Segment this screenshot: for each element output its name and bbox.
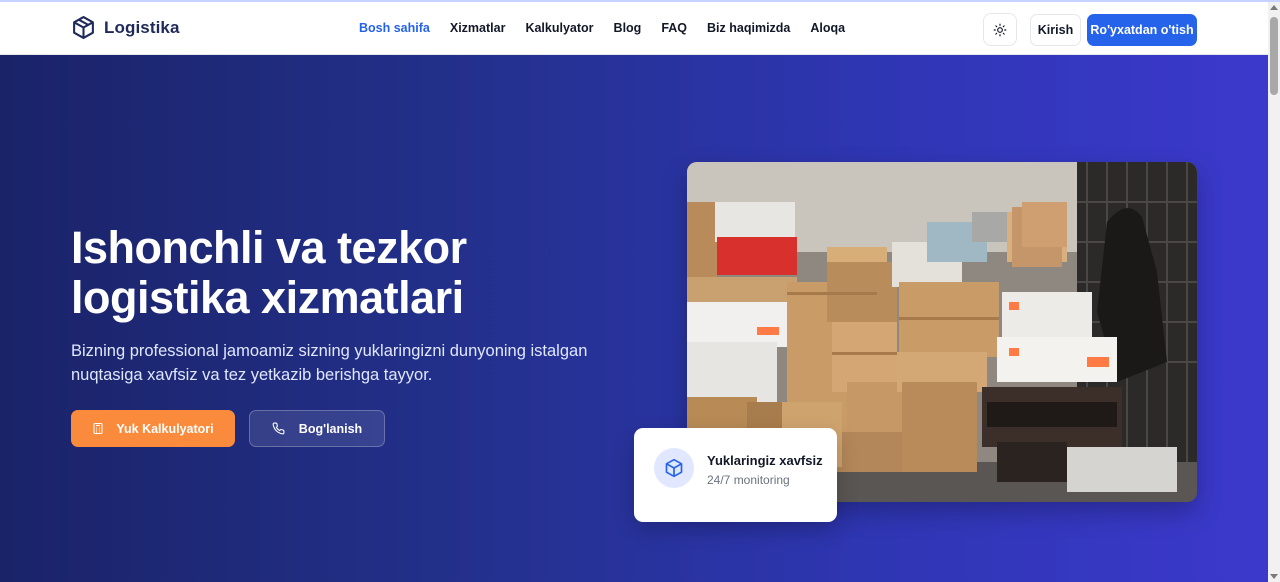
hero-title-line2: logistika xizmatlari <box>71 272 464 323</box>
hero-section: Ishonchli va tezkor logistika xizmatlari… <box>0 55 1268 582</box>
hero-subtitle: Bizning professional jamoamiz sizning yu… <box>71 342 588 384</box>
safety-card: Yuklaringiz xavfsiz 24/7 monitoring <box>634 428 837 522</box>
brand-name: Logistika <box>104 17 180 37</box>
page-scrollbar[interactable] <box>1268 2 1280 582</box>
scroll-up-arrow-icon[interactable] <box>1270 5 1278 10</box>
nav-link-contact[interactable]: Aloqa <box>810 21 845 35</box>
theme-toggle-button[interactable] <box>983 13 1017 46</box>
safety-card-subtitle: 24/7 monitoring <box>707 473 790 487</box>
main-nav: Bosh sahifa Xizmatlar Kalkulyator Blog F… <box>359 21 845 35</box>
contact-button-label: Bog'lanish <box>298 421 363 436</box>
nav-link-faq[interactable]: FAQ <box>661 21 687 35</box>
box-icon <box>73 16 94 39</box>
calculator-button-label: Yuk Kalkulyatori <box>116 421 214 436</box>
safety-card-title: Yuklaringiz xavfsiz <box>707 453 823 468</box>
calculator-icon <box>93 423 103 434</box>
scroll-down-arrow-icon[interactable] <box>1270 574 1278 579</box>
nav-link-calculator[interactable]: Kalkulyator <box>525 21 593 35</box>
nav-link-about[interactable]: Biz haqimizda <box>707 21 790 35</box>
phone-icon <box>272 422 285 435</box>
safety-card-icon-wrap <box>654 448 694 488</box>
hero-title: Ishonchli va tezkor logistika xizmatlari <box>71 223 631 323</box>
nav-link-home[interactable]: Bosh sahifa <box>359 21 430 35</box>
navbar: Logistika Bosh sahifa Xizmatlar Kalkulya… <box>0 2 1268 55</box>
calculator-button[interactable]: Yuk Kalkulyatori <box>71 410 235 447</box>
hero-title-line1: Ishonchli va tezkor <box>71 222 467 273</box>
contact-button[interactable]: Bog'lanish <box>249 410 385 447</box>
signup-button[interactable]: Ro'yxatdan o'tish <box>1087 14 1197 46</box>
sun-icon <box>993 23 1007 36</box>
scrollbar-thumb[interactable] <box>1270 17 1278 95</box>
login-button[interactable]: Kirish <box>1030 14 1081 46</box>
package-icon <box>665 458 683 478</box>
nav-link-blog[interactable]: Blog <box>614 21 642 35</box>
brand-logo[interactable]: Logistika <box>71 15 180 40</box>
nav-link-services[interactable]: Xizmatlar <box>450 21 506 35</box>
